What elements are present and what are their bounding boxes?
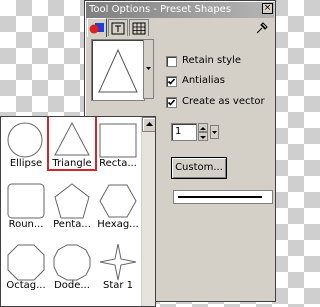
- chevron-down-icon: [146, 67, 151, 70]
- text-tool-icon: [111, 22, 125, 35]
- window-title[interactable]: Tool Options - Preset Shapes: [86, 2, 274, 18]
- shape-label: Octag...: [6, 280, 46, 291]
- shape-label: Star 1: [102, 280, 134, 291]
- shape-tool-icon: [89, 23, 104, 34]
- pentagon-icon: [54, 183, 90, 219]
- tab-grid[interactable]: [129, 19, 149, 36]
- octagon-icon: [7, 244, 45, 281]
- shape-hexagon[interactable]: Hexag...: [93, 178, 143, 234]
- line-width-dropdown[interactable]: [210, 125, 219, 139]
- ellipse-icon: [7, 122, 43, 158]
- tool-tabs: [87, 18, 167, 37]
- triangle-preview-icon: [98, 48, 138, 93]
- tab-text[interactable]: [108, 19, 128, 36]
- hexagon-icon: [99, 184, 137, 218]
- triangle-icon: [54, 121, 90, 156]
- scroll-up-button[interactable]: [142, 117, 155, 132]
- create-as-vector-checkbox[interactable]: [166, 97, 177, 108]
- antialias-label: Antialias: [182, 75, 225, 86]
- line-width-input[interactable]: 1: [171, 123, 197, 141]
- grid-tool-icon: [132, 22, 146, 35]
- shape-triangle[interactable]: Triangle: [47, 117, 97, 171]
- rounded-rectangle-icon: [7, 183, 45, 219]
- shape-octagon[interactable]: Octag...: [1, 239, 51, 295]
- shape-label: Roun...: [8, 219, 44, 230]
- shape-dodecagon[interactable]: Dode...: [47, 239, 97, 295]
- create-as-vector-label: Create as vector: [182, 96, 265, 107]
- line-style-sample: [178, 196, 262, 198]
- shape-preview[interactable]: [91, 39, 145, 101]
- chevron-up-icon: [146, 122, 153, 126]
- star-icon: [99, 243, 137, 281]
- custom-button[interactable]: Custom...: [171, 157, 227, 179]
- chevron-up-icon: [200, 127, 206, 130]
- shape-star[interactable]: Star 1: [93, 239, 143, 295]
- antialias-checkbox[interactable]: [166, 76, 177, 87]
- line-style-select[interactable]: [173, 190, 273, 204]
- shape-label: Triangle: [52, 158, 92, 169]
- shape-label: Hexag...: [97, 219, 139, 230]
- shape-ellipse[interactable]: Ellipse: [1, 117, 51, 173]
- tab-shape[interactable]: [87, 18, 107, 37]
- chevron-down-icon: [212, 131, 217, 134]
- shape-label: Ellipse: [9, 158, 43, 169]
- shape-label: Dode...: [54, 280, 90, 291]
- close-button[interactable]: ×: [262, 3, 273, 14]
- vertical-scrollbar[interactable]: [141, 117, 155, 306]
- shape-label: Recta...: [99, 158, 137, 169]
- checkmark-icon: [167, 78, 176, 85]
- dodecagon-icon: [53, 244, 91, 281]
- shape-dropdown-button[interactable]: [143, 39, 154, 99]
- checkmark-icon: [167, 99, 176, 106]
- spin-up-button[interactable]: [198, 123, 208, 132]
- pin-icon[interactable]: [255, 21, 269, 35]
- chevron-down-icon: [200, 136, 206, 139]
- preset-shapes-panel: Ellipse Triangle Recta... Roun... Penta.…: [0, 116, 156, 307]
- shape-rounded-rectangle[interactable]: Roun...: [1, 178, 51, 234]
- shape-rectangle[interactable]: Recta...: [93, 117, 143, 173]
- shape-label: Penta...: [53, 219, 91, 230]
- retain-style-label: Retain style: [182, 55, 241, 66]
- rectangle-icon: [99, 123, 137, 158]
- spin-down-button[interactable]: [198, 132, 208, 141]
- shape-pentagon[interactable]: Penta...: [47, 178, 97, 234]
- retain-style-checkbox[interactable]: [166, 56, 177, 67]
